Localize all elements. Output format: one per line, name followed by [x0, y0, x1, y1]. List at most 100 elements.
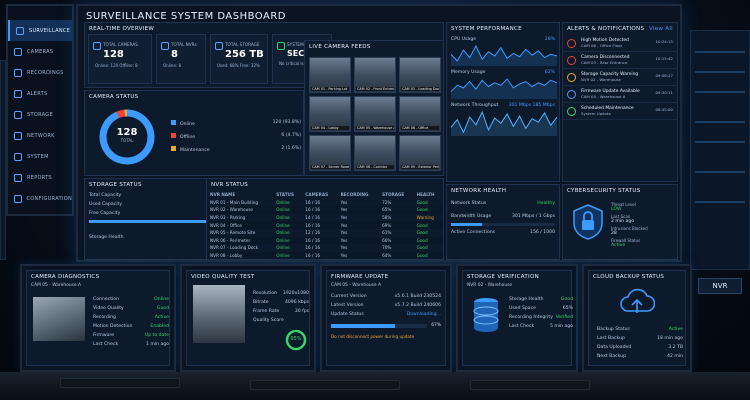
- alert-item[interactable]: High Motion Detected CAM 06 - Office Floo…: [563, 35, 677, 52]
- table-cell: Yes: [340, 245, 348, 251]
- sidebar-item-configuration[interactable]: CONFIGURATION: [8, 188, 72, 209]
- diag-label: Firmware: [93, 333, 115, 338]
- sidebar-item-network[interactable]: NETWORK: [8, 125, 72, 146]
- firmware-label: Latest Version: [331, 303, 364, 308]
- table-row[interactable]: NVR 07 - Loading Dock Online 16 / 16 Yes 70%…: [207, 244, 443, 252]
- cloud-upload-icon: [620, 288, 655, 313]
- sidebar-item-system[interactable]: SYSTEM: [8, 146, 72, 167]
- camera-feed-label: CAM 09 - Exterior Perimeter: [401, 165, 439, 169]
- legend-label: Online: [180, 122, 195, 127]
- cyber-value: 28: [611, 231, 617, 236]
- verify-value: Verified: [555, 315, 573, 320]
- backup-header: CLOUD BACKUP STATUS: [593, 274, 665, 280]
- camera-feed-tile[interactable]: CAM 06 - Office: [399, 96, 441, 132]
- config-icon: [14, 194, 22, 203]
- sidebar-item-recordings[interactable]: RECORDINGS: [8, 62, 72, 83]
- alert-item[interactable]: Scheduled Maintenance System Update 08:45:…: [563, 103, 677, 120]
- keyboard: [60, 378, 180, 388]
- alert-icon: [567, 39, 576, 48]
- table-row[interactable]: NVR 08 - Lobby Online 16 / 16 Yes 64% Good: [207, 251, 443, 260]
- series-area: [451, 46, 557, 66]
- vqt-rows: Resolution 1920x1080 Bitrate 4096 kbps Frame…: [249, 289, 313, 325]
- total-storage-card[interactable]: TOTAL STORAGE 256 TB Used: 68% Free: 32%: [210, 34, 268, 84]
- camera-feed-tile[interactable]: CAM 05 - Warehouse A: [354, 96, 396, 132]
- cyber-row: Intrusions Blocked 28: [611, 225, 677, 237]
- vqt-label: Quality Score: [253, 318, 284, 323]
- table-header-cell: NVR NAME: [210, 192, 236, 198]
- live-feeds-panel: LIVE CAMERA FEEDS CAM 01 - Parking Lot CA…: [304, 40, 444, 176]
- legend-swatch: [171, 133, 176, 138]
- alert-item[interactable]: Camera Disconnected CAM 03 - Rear Entranc…: [563, 52, 677, 69]
- backup-label: Data Uploaded: [597, 345, 632, 350]
- sidebar-item-label: CAMERAS: [27, 48, 54, 55]
- database-icon: [215, 42, 223, 50]
- performance-header: SYSTEM PERFORMANCE: [451, 26, 522, 32]
- camera-feed-tile[interactable]: CAM 04 - Lobby: [309, 96, 351, 132]
- stat-value: 256 TB: [225, 49, 264, 60]
- legend-value: 120 (93.8%): [272, 120, 301, 125]
- camera-feed-tile[interactable]: CAM 09 - Exterior Perimeter: [399, 135, 441, 171]
- alert-item[interactable]: Storage Capacity Warning NVR 02 - Warehou…: [563, 69, 677, 86]
- table-cell: Good: [413, 236, 443, 245]
- table-cell: 61%: [382, 230, 392, 236]
- table-cell: Yes: [340, 215, 348, 221]
- camera-feed-tile[interactable]: CAM 02 - Front Entrance: [354, 57, 396, 93]
- table-row[interactable]: NVR 02 - Warehouse Online 16 / 16 Yes 65% Goo…: [207, 206, 443, 214]
- table-cell: NVR 05 - Remote Site: [210, 230, 256, 236]
- total-cameras-card[interactable]: TOTAL CAMERAS 128 Online: 120 Offline: 8: [88, 34, 152, 84]
- camera-feed-tile[interactable]: CAM 01 - Parking Lot: [309, 57, 351, 93]
- camera-status-panel: CAMERA STATUS 128 TOTAL Online 120 (93.8%…: [84, 90, 304, 176]
- table-cell: 64%: [379, 251, 414, 260]
- table-row[interactable]: NVR 03 - Parking Online 14 / 16 Yes 58% Warni…: [207, 214, 443, 222]
- backup-label: Last Backup: [597, 336, 625, 341]
- backup-value: Active: [668, 327, 683, 332]
- sidebar-item-reports[interactable]: REPORTS: [8, 167, 72, 188]
- sidebar-item-storage[interactable]: STORAGE: [8, 104, 72, 125]
- vqt-row: Bitrate 4096 kbps: [249, 298, 313, 307]
- sidebar-nav: SURVEILLANCE CAMERAS RECORDINGS ALERTS STORA…: [8, 20, 72, 209]
- verify-header: STORAGE VERIFICATION: [467, 274, 539, 280]
- total-nvrs-card[interactable]: TOTAL NVRs 8 Online: 8: [156, 34, 206, 84]
- verify-value: Good: [560, 297, 573, 302]
- stat-sub: Online: 120 Offline: 8: [95, 63, 138, 68]
- table-cell: NVR 08 - Lobby: [207, 251, 274, 260]
- vqt-value: 1920x1080: [282, 291, 309, 296]
- sidebar-item-label: RECORDINGS: [27, 69, 64, 76]
- table-cell: Good: [416, 230, 428, 236]
- camera-feed-tile[interactable]: CAM 03 - Loading Dock: [399, 57, 441, 93]
- camera-status-header: CAMERA STATUS: [89, 94, 139, 100]
- storage-label: Total Capacity: [89, 193, 122, 198]
- sidebar-item-alerts[interactable]: ALERTS: [8, 83, 72, 104]
- table-cell: Online: [276, 199, 290, 205]
- network-icon: [14, 131, 22, 140]
- view-all-link[interactable]: View All: [649, 26, 673, 32]
- backup-label: Backup Status: [597, 327, 630, 332]
- table-cell: 16 / 16: [302, 206, 338, 214]
- diag-camera-name: CAM 05 - Warehouse A: [31, 283, 82, 288]
- stat-label: TOTAL NVRs: [171, 42, 197, 47]
- recording-icon: [14, 68, 22, 77]
- table-cell: 72%: [382, 199, 392, 205]
- table-cell: 65%: [379, 206, 414, 214]
- verify-nvr-name: NVR 02 - Warehouse: [467, 283, 513, 288]
- legend-label: Maintenance: [180, 148, 210, 153]
- network-label: Bandwidth Usage: [451, 214, 492, 219]
- table-row[interactable]: NVR 05 - Remote Site Online 12 / 16 Yes 61% G…: [207, 229, 443, 237]
- camera-feed-tile[interactable]: CAM 07 - Server Room: [309, 135, 351, 171]
- stat-label: TOTAL STORAGE: [225, 42, 260, 47]
- diag-row: Firmware Up to date: [89, 331, 173, 340]
- backup-row: Backup Status Active: [593, 325, 687, 334]
- alert-item[interactable]: Firmware Update Available CAM 05 - Wareho…: [563, 86, 677, 103]
- table-cell: 69%: [379, 221, 414, 229]
- camera-feed-tile[interactable]: CAM 08 - Corridor: [354, 135, 396, 171]
- firmware-header: FIRMWARE UPDATE: [331, 274, 389, 280]
- table-row[interactable]: NVR 01 - Main Building Online 16 / 16 Yes 72…: [207, 199, 443, 207]
- table-row[interactable]: NVR 06 - Perimeter Online 16 / 16 Yes 66% Goo…: [207, 236, 443, 245]
- cloud-backup-monitor: CLOUD BACKUP STATUS Backup Status Active L…: [582, 264, 692, 372]
- table-row[interactable]: NVR 04 - Office Online 16 / 16 Yes 69% Good: [207, 221, 443, 229]
- camera-feed-label: CAM 07 - Server Room: [311, 165, 349, 169]
- sidebar-item-surveillance[interactable]: SURVEILLANCE: [8, 20, 72, 41]
- table-header-cell: RECORDING: [340, 192, 369, 198]
- main-dashboard-monitor: SURVEILLANCE SYSTEM DASHBOARD REAL-TIME …: [76, 4, 682, 262]
- sidebar-item-cameras[interactable]: CAMERAS: [8, 41, 72, 62]
